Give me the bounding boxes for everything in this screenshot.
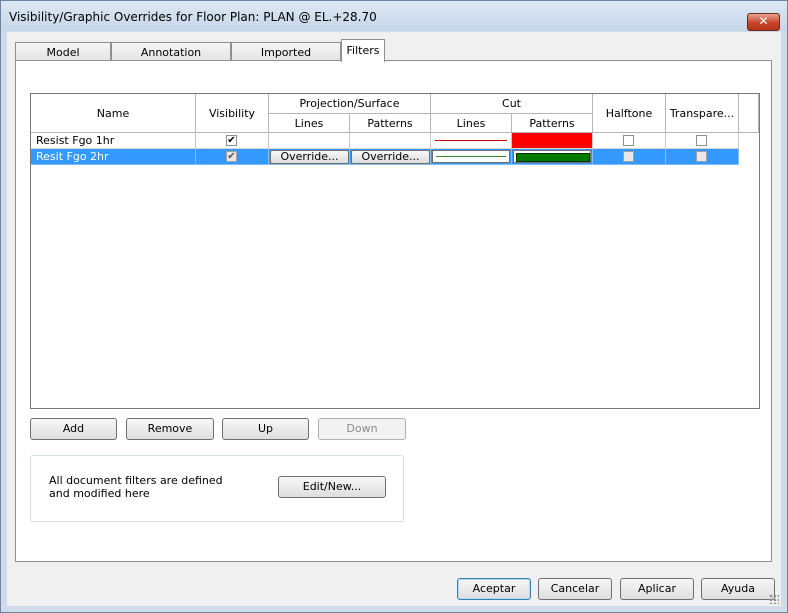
table-row[interactable]: Resist Fgo 1hr ✔ [31,133,739,149]
tab-filters[interactable]: Filters [341,39,385,62]
visibility-checkbox[interactable]: ✔ [226,135,237,146]
filters-grid: Name Visibility Projection/Surface Lines… [30,93,760,409]
filters-info-group: All document filters are defined and mod… [30,455,404,522]
add-button[interactable]: Add [30,418,117,440]
header-filler [739,94,759,133]
halftone-checkbox[interactable] [623,151,634,162]
cut-line-swatch [436,156,506,157]
row-visibility-cell: ✔ [196,149,269,165]
proj-lines-override-button[interactable]: Override... [270,150,349,164]
table-row-selected[interactable]: Resit Fgo 2hr ✔ Override... Override... [31,149,739,165]
help-button[interactable]: Ayuda [701,578,775,600]
row-proj-patterns[interactable] [350,133,431,149]
cancel-button[interactable]: Cancelar [538,578,612,600]
header-cut-lines[interactable]: Lines [431,114,512,133]
row-proj-patterns-cell: Override... [350,149,431,165]
row-name[interactable]: Resit Fgo 2hr [31,149,196,165]
header-proj-patterns[interactable]: Patterns [350,114,431,133]
header-cut: Cut [431,94,593,114]
header-halftone[interactable]: Halftone [593,94,666,133]
row-proj-lines[interactable] [269,133,350,149]
cut-lines-swatch-button[interactable] [432,150,510,163]
row-proj-lines-cell: Override... [269,149,350,165]
edit-new-button[interactable]: Edit/New... [278,476,386,498]
row-transparency-cell [666,133,739,149]
down-button[interactable]: Down [318,418,406,440]
header-transparency[interactable]: Transpare... [666,94,739,133]
header-visibility[interactable]: Visibility [196,94,269,133]
resize-grip-icon[interactable] [769,594,779,604]
cut-patterns-swatch-button[interactable] [513,150,591,163]
tab-annotation-categories[interactable]: Annotation Categories [111,42,231,78]
tab-imported-categories[interactable]: Imported Categories [231,42,341,78]
remove-button[interactable]: Remove [126,418,214,440]
row-transparency-cell [666,149,739,165]
cut-pattern-swatch [512,133,592,148]
row-halftone-cell [593,149,666,165]
filters-description: All document filters are defined and mod… [49,474,223,500]
header-proj-lines[interactable]: Lines [269,114,350,133]
halftone-checkbox[interactable] [623,135,634,146]
row-cut-lines[interactable] [431,133,512,149]
transparency-checkbox[interactable] [696,135,707,146]
dialog-body: Model Categories Annotation Categories I… [7,32,781,606]
row-cut-patterns[interactable] [512,149,593,165]
apply-button[interactable]: Aplicar [620,578,694,600]
proj-patterns-override-button[interactable]: Override... [351,150,430,164]
transparency-checkbox[interactable] [696,151,707,162]
header-name[interactable]: Name [31,94,196,133]
close-button[interactable]: ✕ [747,13,780,31]
dialog-window: Visibility/Graphic Overrides for Floor P… [0,0,788,613]
window-title: Visibility/Graphic Overrides for Floor P… [9,10,377,24]
row-name[interactable]: Resist Fgo 1hr [31,133,196,149]
row-visibility-cell: ✔ [196,133,269,149]
header-projection-surface: Projection/Surface [269,94,431,114]
cut-pattern-swatch [516,153,590,162]
row-cut-lines[interactable] [431,149,512,165]
ok-button[interactable]: Aceptar [457,578,531,600]
header-cut-patterns[interactable]: Patterns [512,114,593,133]
cut-line-swatch [435,140,507,141]
visibility-checkbox[interactable]: ✔ [226,151,237,162]
tab-model-categories[interactable]: Model Categories [15,42,111,78]
title-bar[interactable]: Visibility/Graphic Overrides for Floor P… [1,1,787,31]
row-halftone-cell [593,133,666,149]
up-button[interactable]: Up [222,418,309,440]
row-cut-patterns[interactable] [512,133,593,149]
